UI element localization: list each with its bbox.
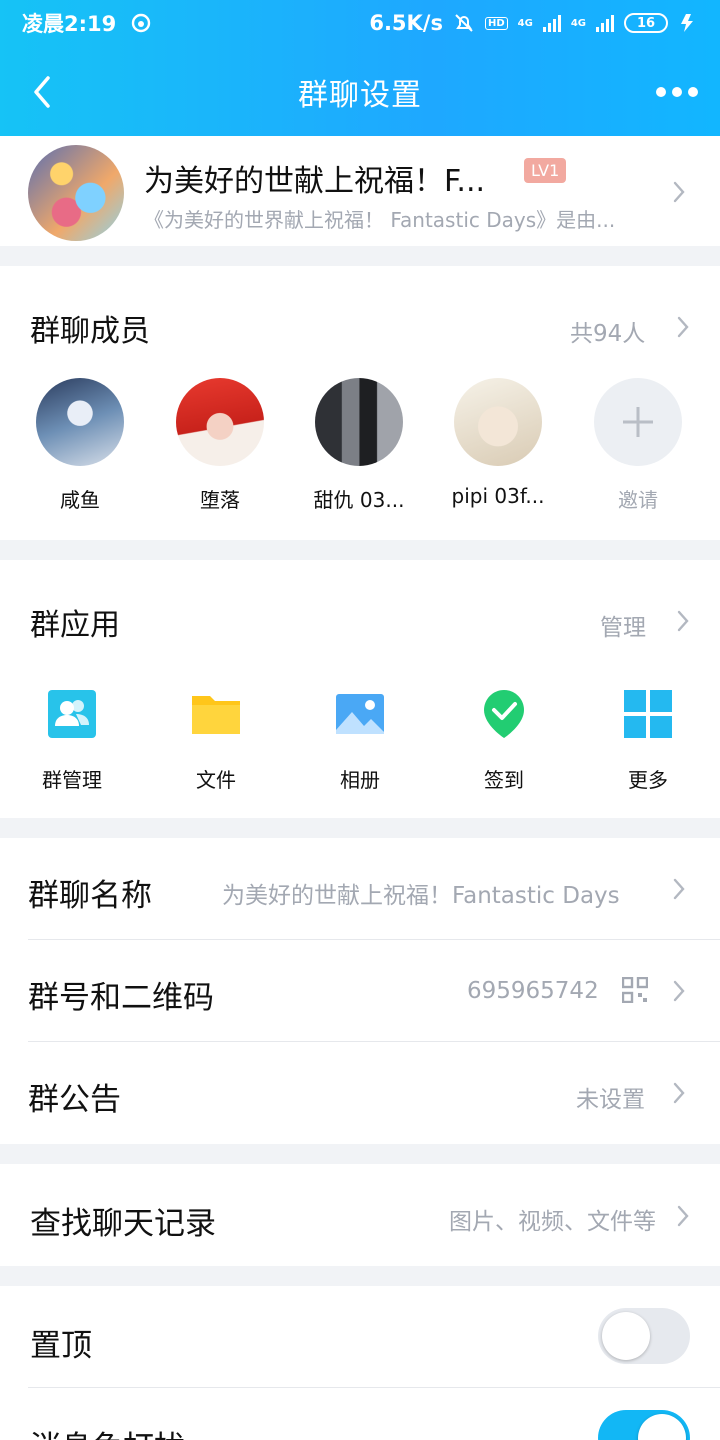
notification-app-icon [132,13,151,33]
toggle-knob [602,1312,650,1360]
page-title: 群聊设置 [298,78,422,113]
grid-icon [624,690,672,738]
group-name: 为美好的世献上祝福！F... [144,164,486,199]
apps-manage[interactable]: 管理 [600,608,646,642]
member-item[interactable]: 堕落 [160,378,280,513]
toggle-knob [638,1414,686,1440]
mute-row: 消息免打扰 [0,1388,720,1440]
chevron-right-icon [673,1082,685,1104]
search-history-row[interactable]: 查找聊天记录 图片、视频、文件等 [0,1164,720,1266]
member-name: 甜仇 03... [313,488,405,512]
member-avatar [36,378,124,466]
app-group-manage[interactable]: 群管理 [22,688,122,793]
net-type-1: 4G [517,17,533,29]
pin-top-row: 置顶 [0,1286,720,1388]
group-name-row[interactable]: 群聊名称 为美好的世献上祝福！Fantastic Days [0,838,720,940]
group-profile-card[interactable]: 为美好的世献上祝福！F... LV1 《为美好的世界献上祝福！ Fantasti… [0,136,720,246]
mute-label: 消息免打扰 [30,1422,185,1440]
more-options-button[interactable] [656,78,700,106]
battery-icon: 16 [624,13,668,33]
mute-bell-icon [455,14,473,32]
plus-icon [594,378,682,466]
app-label: 文件 [196,768,236,792]
pin-top-label: 置顶 [30,1328,92,1364]
chevron-right-icon [673,181,685,203]
group-name-value: 为美好的世献上祝福！Fantastic Days [222,883,620,909]
member-name: 咸鱼 [60,488,100,512]
chevron-right-icon [677,1205,689,1227]
apps-title: 群应用 [30,608,120,643]
app-label: 签到 [484,768,524,792]
chevron-right-icon [673,878,685,900]
net-type-2: 4G [570,17,586,29]
members-count[interactable]: 共94人 [570,314,645,348]
member-avatar [454,378,542,466]
app-checkin[interactable]: 签到 [454,688,554,793]
signal-icon-2 [596,14,614,32]
app-files[interactable]: 文件 [166,688,266,793]
group-name-label: 群聊名称 [28,878,152,914]
status-bar: 凌晨2:19 6.5K/s HD 4G 4G 16 [0,0,720,46]
members-section: 群聊成员 共94人 咸鱼 堕落 甜仇 03... pipi 03f... 邀请 [0,266,720,540]
status-time: 凌晨2:19 [22,12,117,36]
group-id-value: 695965742 [467,978,599,1004]
chevron-right-icon[interactable] [676,609,690,633]
header-bar: 凌晨2:19 6.5K/s HD 4G 4G 16 群聊设置 [0,0,720,136]
group-manage-icon [48,690,96,738]
checkin-icon [484,690,524,738]
members-title: 群聊成员 [30,314,150,349]
member-avatar [315,378,403,466]
member-avatar [176,378,264,466]
announcement-value: 未设置 [576,1087,645,1113]
qr-code-icon [622,977,648,1003]
group-avatar [28,145,124,241]
app-more[interactable]: 更多 [598,688,698,793]
group-description: 《为美好的世界献上祝福！ Fantastic Days》是由... [144,208,616,232]
chevron-right-icon[interactable] [676,315,690,339]
member-item[interactable]: pipi 03f... [438,378,558,508]
app-label: 更多 [628,768,668,792]
app-album[interactable]: 相册 [310,688,410,793]
pin-top-toggle[interactable] [598,1308,690,1364]
group-level-badge: LV1 [524,158,567,183]
announcement-label: 群公告 [28,1082,121,1118]
invite-label: 邀请 [618,488,658,512]
mute-toggle[interactable] [598,1410,690,1440]
search-history-label: 查找聊天记录 [30,1206,216,1242]
member-name: 堕落 [200,488,240,512]
app-label: 群管理 [42,768,102,792]
announcement-row[interactable]: 群公告 未设置 [0,1042,720,1144]
album-icon [336,694,384,734]
hd-badge: HD [484,16,508,30]
signal-icon [542,14,561,32]
search-history-value: 图片、视频、文件等 [449,1209,656,1235]
member-name: pipi 03f... [451,484,545,508]
charging-icon [681,14,693,32]
member-item[interactable]: 甜仇 03... [299,378,419,513]
group-id-label: 群号和二维码 [28,980,214,1016]
invite-button[interactable]: 邀请 [578,378,698,513]
app-label: 相册 [340,768,380,792]
group-id-row[interactable]: 群号和二维码 695965742 [0,940,720,1042]
nav-bar: 群聊设置 [0,60,720,124]
folder-icon [192,696,240,734]
back-arrow-icon[interactable] [28,74,58,110]
group-apps-section: 群应用 管理 群管理 文件 相册 签到 更多 [0,560,720,818]
network-speed: 6.5K/s [369,11,443,35]
member-item[interactable]: 咸鱼 [20,378,140,513]
chevron-right-icon [673,980,685,1002]
